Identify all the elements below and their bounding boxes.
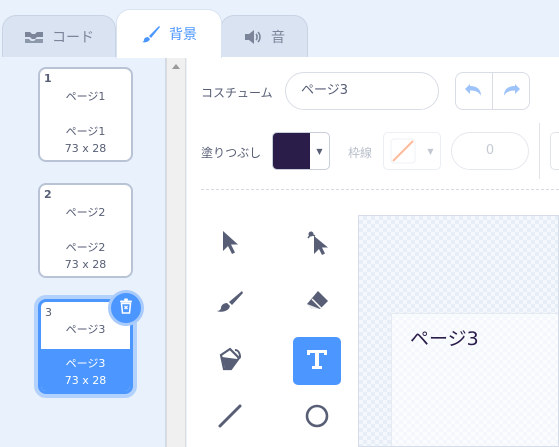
arrow-pointer-icon [219,229,241,259]
costume-number: 1 [44,72,52,85]
fill-tool[interactable] [206,337,254,385]
paint-bucket-icon [216,345,244,377]
fill-color-picker[interactable]: ▼ [272,132,330,170]
costume-item-2[interactable]: 2 ページ2 ページ2 73 x 28 [38,183,133,278]
select-tool[interactable] [206,220,254,268]
caret-down-icon: ▼ [427,146,434,156]
paint-editor: コスチューム ページ3 塗りつぶし ▼ 枠線 ▼ 0 ページ3 [187,57,559,447]
eraser-icon [304,289,330,317]
outline-label: 枠線 [348,146,373,160]
fill-label: 塗りつぶし [201,146,262,160]
text-t-icon [305,347,329,375]
costume-thumbnail-text: ページ2 [65,206,106,219]
reshape-tool[interactable] [293,220,341,268]
costume-name: ページ2 [65,241,106,254]
costume-name: ページ1 [65,125,106,138]
costume-list-scrollbar[interactable] [166,57,186,447]
redo-button[interactable] [492,72,530,110]
canvas-paper: ページ3 [391,313,558,446]
costume-number: 3 [45,306,52,319]
drawing-canvas[interactable]: ページ3 [358,215,559,447]
reshape-pointer-icon [304,228,330,260]
canvas-text[interactable]: ページ3 [410,324,479,351]
costume-size: 73 x 28 [64,258,107,271]
no-color-swatch-icon [384,133,421,169]
paintbrush-icon [141,25,161,43]
tab-code-label: コード [52,29,94,46]
tab-code[interactable]: コード [2,15,116,57]
line-tool[interactable] [206,394,254,442]
undo-icon [464,82,484,101]
toolbar-divider [539,123,540,179]
redo-icon [501,82,521,101]
brush-tool[interactable] [206,279,254,327]
costume-name-input[interactable]: ページ3 [285,72,439,110]
tab-sounds-label: 音 [271,29,285,46]
tab-bar: コード 音 背景 [0,0,559,58]
costume-size: 73 x 28 [64,142,107,155]
copy-button[interactable] [550,132,559,170]
costume-name-label: コスチューム [201,86,273,100]
toolbar-separator [201,189,559,190]
costume-item-1[interactable]: 1 ページ1 ページ1 73 x 28 [38,67,133,162]
costume-thumbnail-text: ページ1 [65,90,106,103]
brush-icon [216,289,244,317]
text-tool[interactable] [293,337,341,385]
speaker-icon [243,29,263,45]
costume-number: 2 [44,188,52,201]
fill-color-swatch [273,133,310,169]
circle-tool[interactable] [293,394,341,442]
trash-icon [119,298,133,318]
costume-list: 1 ページ1 ページ1 73 x 28 2 ページ2 ページ2 73 x 28 … [0,57,166,447]
tab-sounds[interactable]: 音 [220,15,308,57]
scroll-up-arrow-icon[interactable] [172,64,180,69]
tab-backdrops[interactable]: 背景 [116,9,222,58]
circle-icon [304,403,330,433]
outline-width-input[interactable]: 0 [451,132,529,170]
code-blocks-icon [24,29,44,45]
costume-name: ページ3 [65,357,106,370]
eraser-tool[interactable] [293,279,341,327]
undo-button[interactable] [455,72,493,110]
outline-color-picker[interactable]: ▼ [383,132,441,170]
line-icon [217,403,243,433]
tab-backdrops-label: 背景 [169,27,197,43]
costume-size: 73 x 28 [64,374,107,387]
delete-costume-button[interactable] [108,290,144,326]
caret-down-icon: ▼ [316,146,323,156]
